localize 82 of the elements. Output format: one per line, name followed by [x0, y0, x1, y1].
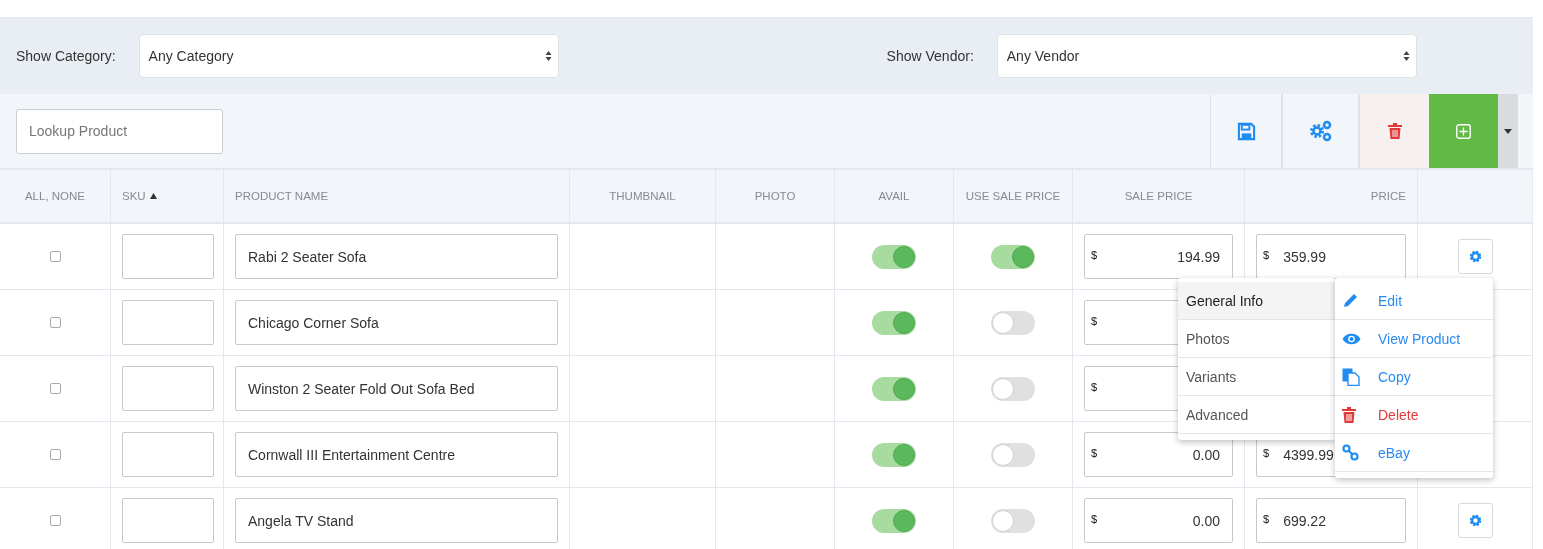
- column-header: SALE PRICE: [1124, 190, 1193, 202]
- sku-field[interactable]: [122, 498, 214, 543]
- filter-label: Show Vendor:: [886, 48, 974, 64]
- filter-select[interactable]: Any Category: [138, 34, 559, 78]
- sale-price-field[interactable]: $ 0.00: [1084, 498, 1233, 543]
- sale-price-toggle[interactable]: [991, 442, 1035, 467]
- filter-select[interactable]: Any Vendor: [996, 34, 1417, 78]
- avail-toggle[interactable]: [872, 508, 916, 533]
- gear-icon: [1468, 514, 1482, 527]
- row-checkbox[interactable]: [49, 449, 61, 460]
- sale-price-value: 0.00: [1192, 512, 1220, 529]
- row-checkbox[interactable]: [49, 251, 61, 262]
- price-value: 359.99: [1283, 248, 1326, 265]
- lookup-field[interactable]: Lookup Product: [16, 108, 223, 154]
- copy-icon: [1342, 367, 1360, 386]
- sale-price-value: 0.00: [1192, 446, 1220, 463]
- sku-field[interactable]: [122, 234, 214, 279]
- add-button[interactable]: [1429, 94, 1498, 168]
- trash-icon: [1342, 406, 1356, 423]
- select-arrows-icon: [1402, 50, 1410, 62]
- avail-toggle[interactable]: [872, 442, 916, 467]
- row-settings-button[interactable]: [1457, 239, 1493, 274]
- column-header: AVAIL: [878, 190, 910, 202]
- pencil-icon: [1342, 292, 1359, 309]
- product-name-field[interactable]: Chicago Corner Sofa: [235, 300, 558, 345]
- menu-action[interactable]: Edit: [1378, 292, 1403, 309]
- currency-symbol: $: [1263, 512, 1270, 525]
- row-settings-button[interactable]: [1457, 503, 1493, 538]
- row-checkbox[interactable]: [49, 515, 61, 526]
- plus-square-icon: [1456, 123, 1471, 139]
- price-value: 699.22: [1283, 512, 1326, 529]
- sale-price-value: 194.99: [1177, 248, 1220, 265]
- row-checkbox[interactable]: [49, 317, 61, 328]
- currency-symbol: $: [1091, 380, 1098, 393]
- currency-symbol: $: [1091, 446, 1098, 459]
- column-header: USE SALE PRICE: [965, 190, 1061, 202]
- price-field[interactable]: $ 699.22: [1256, 498, 1406, 543]
- currency-symbol: $: [1091, 512, 1098, 525]
- product-name-field[interactable]: Cornwall III Entertainment Centre: [235, 432, 558, 477]
- currency-symbol: $: [1091, 248, 1098, 261]
- eye-icon: [1342, 332, 1361, 345]
- avail-toggle[interactable]: [872, 244, 916, 269]
- sale-price-field[interactable]: $ 0.00: [1084, 432, 1233, 477]
- gears-icon: [1308, 120, 1333, 142]
- avail-toggle[interactable]: [872, 310, 916, 335]
- price-field[interactable]: $ 359.99: [1256, 234, 1406, 279]
- currency-symbol: $: [1263, 446, 1270, 459]
- column-header: PRODUCT NAME: [235, 190, 329, 202]
- trash-icon: [1387, 123, 1402, 139]
- sale-price-toggle[interactable]: [991, 508, 1035, 533]
- currency-symbol: $: [1263, 248, 1270, 261]
- column-header: PHOTO: [754, 190, 796, 202]
- menu-action[interactable]: eBay: [1378, 444, 1410, 461]
- price-value: 4399.99: [1283, 446, 1334, 463]
- column-header: PRICE: [1370, 190, 1406, 202]
- caret-icon: [1504, 128, 1512, 134]
- menu-action[interactable]: Copy: [1378, 368, 1411, 385]
- menu-action[interactable]: View Product: [1378, 330, 1461, 347]
- product-name-field[interactable]: Rabi 2 Seater Sofa: [235, 234, 558, 279]
- column-header: ALL, NONE: [24, 190, 86, 202]
- menu-action[interactable]: Delete: [1378, 406, 1419, 423]
- sale-price-field[interactable]: $ 194.99: [1084, 234, 1233, 279]
- sale-price-toggle[interactable]: [991, 376, 1035, 401]
- sale-price-toggle[interactable]: [991, 310, 1035, 335]
- select-arrows-icon: [544, 50, 552, 62]
- menu-item[interactable]: General Info: [1178, 282, 1336, 320]
- link-icon: [1342, 444, 1359, 461]
- filter-label: Show Category:: [16, 48, 116, 64]
- save-icon: [1236, 121, 1256, 141]
- avail-toggle[interactable]: [872, 376, 916, 401]
- delete-button[interactable]: [1360, 94, 1429, 168]
- product-name-field[interactable]: Angela TV Stand: [235, 498, 558, 543]
- sku-field[interactable]: [122, 366, 214, 411]
- row-checkbox[interactable]: [49, 383, 61, 394]
- currency-symbol: $: [1091, 314, 1098, 327]
- sale-price-toggle[interactable]: [991, 244, 1035, 269]
- sku-field[interactable]: [122, 300, 214, 345]
- sku-field[interactable]: [122, 432, 214, 477]
- product-name-field[interactable]: Winston 2 Seater Fold Out Sofa Bed: [235, 366, 558, 411]
- column-header: THUMBNAIL: [609, 190, 676, 202]
- gear-icon: [1468, 250, 1482, 263]
- save-button[interactable]: [1210, 94, 1283, 168]
